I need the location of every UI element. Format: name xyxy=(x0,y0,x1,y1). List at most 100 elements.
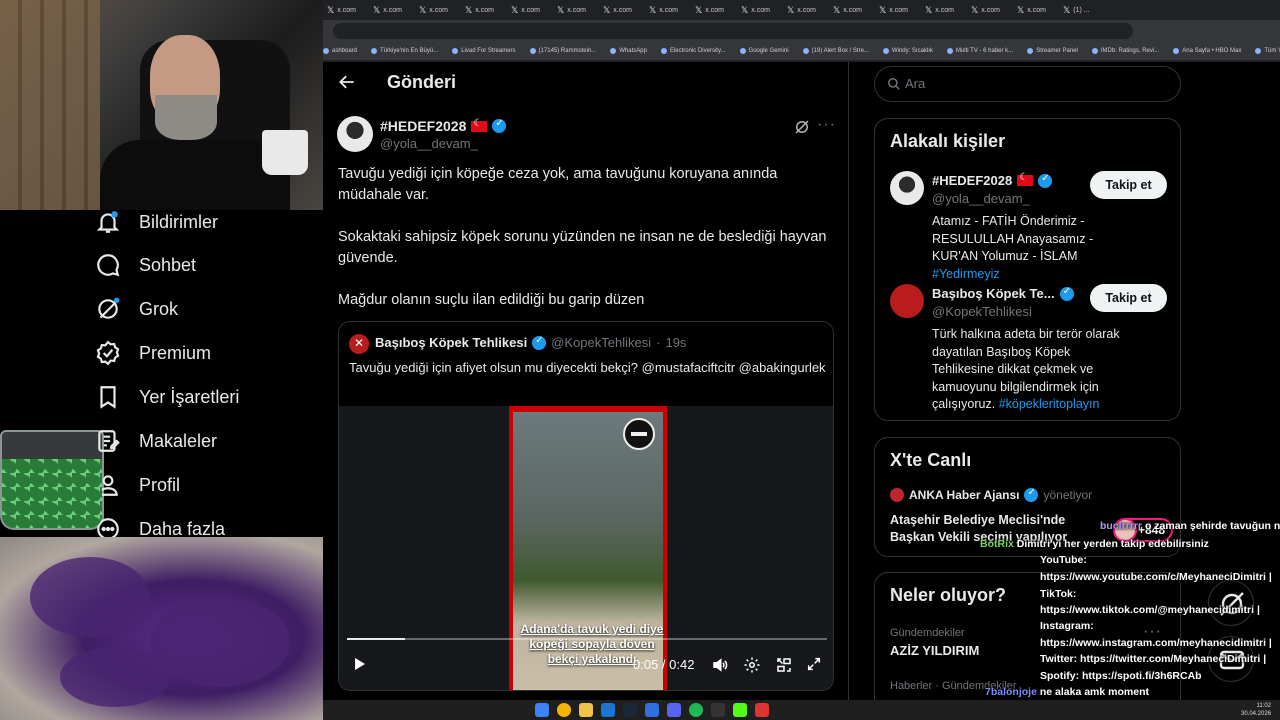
bookmark-item[interactable]: Türkiye'nin En Büyü... xyxy=(371,48,438,54)
trend-name[interactable]: AZİZ YILDIRIM xyxy=(890,643,979,658)
browser-tab[interactable]: 𝕏x.com xyxy=(875,0,921,20)
folder-icon[interactable] xyxy=(579,703,593,717)
nav-item-articles[interactable]: Makaleler xyxy=(95,419,217,463)
quoted-post-time: 19s xyxy=(665,335,687,350)
tab-label: x.com xyxy=(567,6,586,14)
address-bar[interactable] xyxy=(333,23,1133,39)
author-avatar[interactable] xyxy=(337,116,373,152)
epic-icon[interactable] xyxy=(711,703,725,717)
webcam-mug xyxy=(262,130,308,175)
bookmark-item[interactable]: Windy: Sıcaklık xyxy=(882,48,933,54)
nav-label: Grok xyxy=(139,298,179,319)
browser-tab[interactable]: 𝕏x.com xyxy=(323,0,369,20)
nav-label: Bildirimler xyxy=(139,211,219,232)
browser-tab[interactable]: 𝕏x.com xyxy=(645,0,691,20)
fullscreen-icon[interactable] xyxy=(806,656,822,672)
bookmark-item[interactable]: (19) Alert Box / Stre... xyxy=(802,48,869,54)
browser-tab[interactable]: 𝕏x.com xyxy=(967,0,1013,20)
bookmark-item[interactable]: ashboard xyxy=(323,48,357,54)
grok-explain-icon[interactable] xyxy=(793,118,811,136)
related-person-avatar[interactable] xyxy=(890,171,924,205)
bookmark-item[interactable]: Livad For Streamers xyxy=(452,48,516,54)
bookmark-item[interactable]: WhatsApp xyxy=(610,48,647,54)
app-icon[interactable] xyxy=(733,703,747,717)
browser-tab[interactable]: 𝕏x.com xyxy=(599,0,645,20)
follow-button[interactable]: Takip et xyxy=(1090,284,1167,312)
bookmark-item[interactable]: Electronic Diversity... xyxy=(660,48,726,54)
browser-tab[interactable]: 𝕏x.com xyxy=(921,0,967,20)
nav-item-profile[interactable]: Profil xyxy=(95,463,180,507)
bookmark-item[interactable]: Multi TV - 6 haber k... xyxy=(946,48,1014,54)
bookmark-favicon-icon xyxy=(323,48,329,54)
related-person-avatar[interactable] xyxy=(890,284,924,318)
app-icon[interactable] xyxy=(645,703,659,717)
browser-tab[interactable]: 𝕏x.com xyxy=(1013,0,1059,20)
browser-tab[interactable]: 𝕏x.com xyxy=(829,0,875,20)
steam-icon[interactable] xyxy=(623,703,637,717)
browser-tab[interactable]: 𝕏x.com xyxy=(461,0,507,20)
chat-message: Instagram: xyxy=(1040,618,1094,635)
nav-item-premium[interactable]: Premium xyxy=(95,331,211,375)
bookmark-item[interactable]: Google Gemini xyxy=(739,48,789,54)
webcam-overlay-top xyxy=(0,0,323,210)
nav-item-notifications[interactable]: Bildirimler xyxy=(95,200,218,244)
back-arrow-icon[interactable] xyxy=(337,72,357,92)
bookmark-item[interactable]: IMDb: Ratings, Revi... xyxy=(1091,48,1159,54)
browser-tab[interactable]: 𝕏x.com xyxy=(783,0,829,20)
hashtag-link[interactable]: #Yedirmeyiz xyxy=(932,267,1000,281)
chat-message: Twitter: https://twitter.com/MeyhaneciDi… xyxy=(1040,651,1266,668)
browser-tab[interactable]: 𝕏x.com xyxy=(691,0,737,20)
chat-message: Spotify: https://spoti.fi/3h6RCAb xyxy=(1040,668,1202,685)
quoted-author-avatar xyxy=(349,334,369,354)
browser-tab[interactable]: 𝕏x.com xyxy=(369,0,415,20)
address-bar-row xyxy=(323,20,1280,42)
bookmark-item[interactable]: Tüm Yer İşaretleri xyxy=(1255,48,1280,54)
discord-icon[interactable] xyxy=(667,703,681,717)
browser-tab[interactable]: 𝕏x.com xyxy=(507,0,553,20)
volume-icon[interactable] xyxy=(711,656,729,674)
nav-item-bookmarks[interactable]: Yer İşaretleri xyxy=(95,375,239,419)
browser-tab[interactable]: 𝕏x.com xyxy=(415,0,461,20)
related-person-name-row[interactable]: #HEDEF2028 xyxy=(932,172,1053,188)
bookmark-favicon-icon xyxy=(802,48,809,54)
video-progress-bar[interactable] xyxy=(347,638,827,640)
nav-label: Sohbet xyxy=(139,254,197,275)
nav-label: Yer İşaretleri xyxy=(139,386,240,407)
browser-tab[interactable]: 𝕏 (1) ... xyxy=(1059,0,1105,20)
nav-label: Profil xyxy=(139,474,181,495)
author-handle[interactable]: @yola__devam_ xyxy=(380,136,478,151)
spotify-icon[interactable] xyxy=(689,703,703,717)
related-person-name[interactable]: #HEDEF2028 xyxy=(932,173,1012,188)
picture-in-picture-icon[interactable] xyxy=(775,656,793,674)
app-icon[interactable] xyxy=(755,703,769,717)
nav-item-chat[interactable]: Sohbet xyxy=(95,243,196,287)
tab-label: (1) ... xyxy=(1073,6,1090,14)
clock[interactable]: 11:02 30.04.2026 xyxy=(1241,702,1271,718)
start-icon[interactable] xyxy=(535,703,549,717)
play-icon[interactable] xyxy=(351,656,367,672)
related-person-bio: Atamız - FATİH Önderimiz - RESULULLAH An… xyxy=(932,213,1122,283)
related-person-name-row[interactable]: Başıboş Köpek Te... xyxy=(932,286,1074,301)
video-player[interactable]: Adana'da tavuk yedi diye köpeği sopayla … xyxy=(339,406,833,690)
settings-gear-icon[interactable] xyxy=(743,656,761,674)
browser-tab[interactable]: 𝕏x.com xyxy=(553,0,599,20)
bookmark-favicon-icon xyxy=(1255,48,1262,54)
author-name-row[interactable]: #HEDEF2028 xyxy=(380,118,507,134)
follow-button[interactable]: Takip et xyxy=(1090,171,1167,199)
x-logo-icon: 𝕏 xyxy=(879,4,887,15)
browser-tab[interactable]: 𝕏x.com xyxy=(737,0,783,20)
more-options-icon[interactable]: ··· xyxy=(817,116,836,134)
bookmark-item[interactable]: Ana Sayfa • HBO Max xyxy=(1173,48,1241,54)
bookmark-item[interactable]: (17145) Rammstein... xyxy=(529,48,596,54)
hashtag-link[interactable]: #köpekleritoplayın xyxy=(999,397,1100,411)
related-person-name[interactable]: Başıboş Köpek Te... xyxy=(932,286,1055,301)
chrome-icon[interactable] xyxy=(557,703,571,717)
author-name[interactable]: #HEDEF2028 xyxy=(380,118,466,134)
search-input[interactable]: Ara xyxy=(874,66,1181,102)
app-icon[interactable] xyxy=(601,703,615,717)
bookmark-label: Multi TV - 6 haber k... xyxy=(955,48,1014,54)
nav-item-grok[interactable]: Grok xyxy=(95,287,178,331)
bookmark-item[interactable]: Streamer Panel xyxy=(1027,48,1078,54)
quoted-post[interactable]: Başıboş Köpek Tehlikesi @KopekTehlikesi … xyxy=(338,321,834,691)
related-people-title: Alakalı kişiler xyxy=(890,131,1006,151)
